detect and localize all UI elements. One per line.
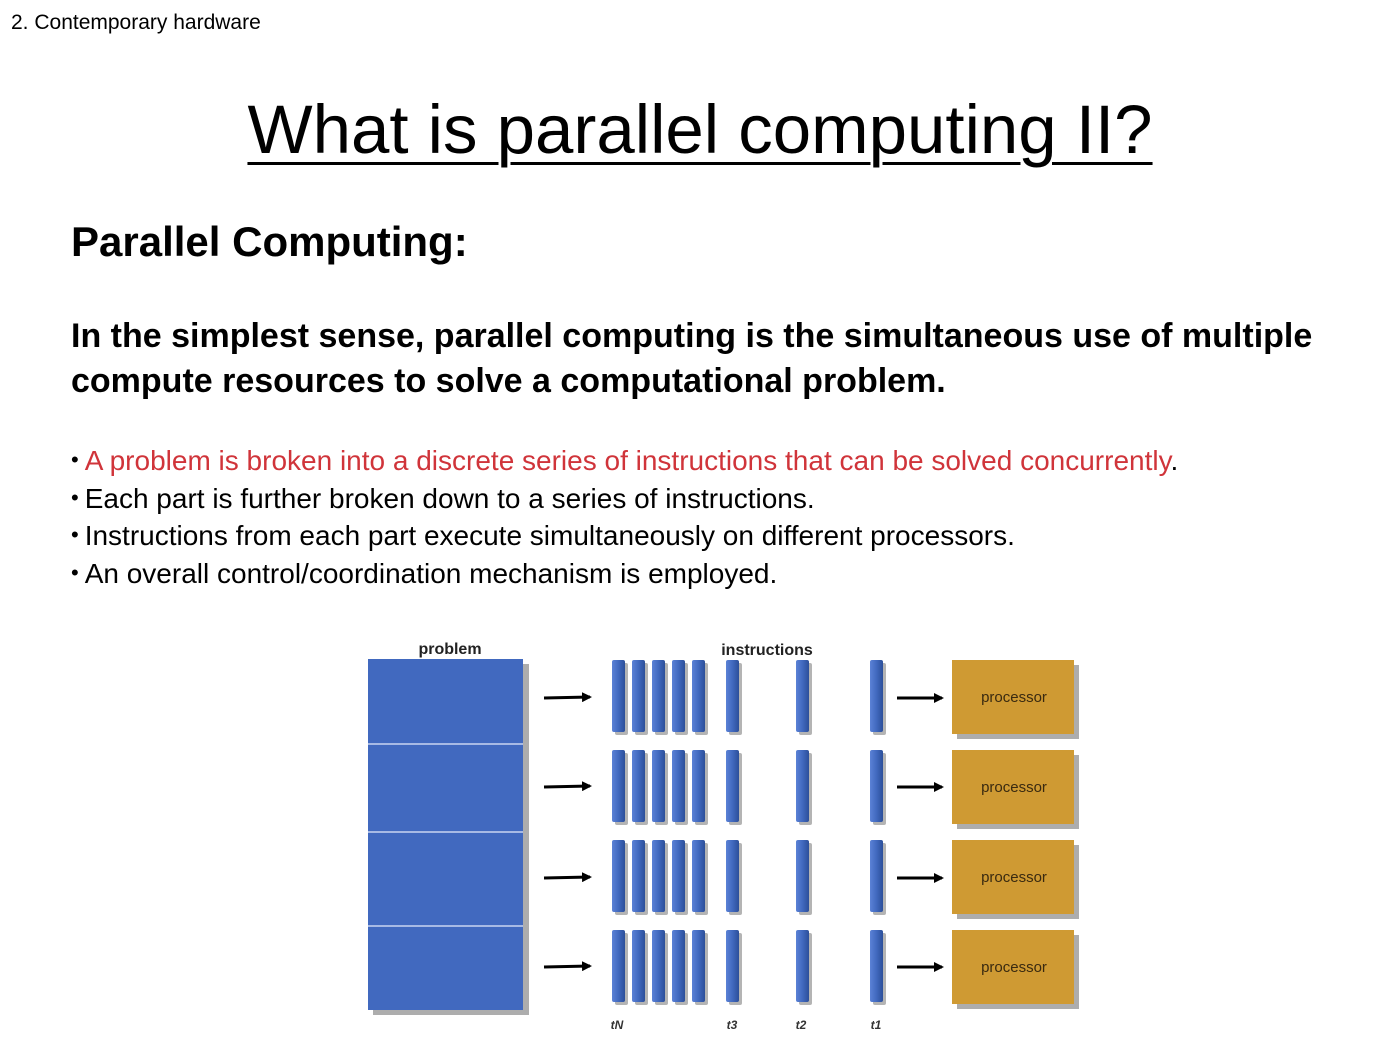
problem-block xyxy=(368,659,523,1010)
instruction-bar xyxy=(692,660,705,732)
time-label: t2 xyxy=(796,1018,807,1032)
bullet-dot: • xyxy=(71,559,79,585)
instruction-bar xyxy=(796,930,809,1002)
definition-text: In the simplest sense, parallel computin… xyxy=(71,317,1313,400)
instruction-bar xyxy=(796,660,809,732)
bullet-text: Each part is further broken down to a se… xyxy=(84,482,815,514)
instruction-bar xyxy=(672,750,685,822)
instruction-bar xyxy=(692,840,705,912)
instruction-bar xyxy=(870,750,883,822)
instruction-bar xyxy=(632,750,645,822)
subheading: Parallel Computing: xyxy=(71,218,468,265)
instruction-bar xyxy=(796,750,809,822)
bullet-dot: • xyxy=(71,484,79,510)
instructions-label: instructions xyxy=(721,642,813,659)
bullet-highlight: A problem is broken into a discrete seri… xyxy=(84,445,1171,476)
instruction-bar xyxy=(632,930,645,1002)
slide-title: What is parallel computing II? xyxy=(247,91,1153,168)
instruction-bar xyxy=(652,930,665,1002)
instruction-bar xyxy=(796,840,809,912)
bullet-text: An overall control/coordination mechanis… xyxy=(84,557,778,589)
instruction-bar xyxy=(726,660,739,732)
bullet-item: • Instructions from each part execute sim… xyxy=(71,518,1178,556)
arrow-to-instructions xyxy=(543,692,592,703)
bullet-dot: • xyxy=(71,447,79,472)
processor-label: processor xyxy=(981,869,1047,886)
bullet-suffix: . xyxy=(1170,445,1179,476)
time-label: t1 xyxy=(871,1018,882,1032)
processor-label: processor xyxy=(981,779,1047,796)
instruction-bar xyxy=(612,660,625,732)
instruction-bar xyxy=(726,750,739,822)
instruction-bar xyxy=(612,930,625,1002)
instruction-bar xyxy=(692,750,705,822)
time-label: t3 xyxy=(727,1018,738,1032)
bullet-list: • A problem is broken into a discrete ser… xyxy=(71,443,1178,593)
instruction-bar xyxy=(632,660,645,732)
processor-label: processor xyxy=(981,959,1047,976)
instruction-bar xyxy=(870,930,883,1002)
instruction-bar xyxy=(652,750,665,822)
instruction-bar xyxy=(870,660,883,732)
instruction-bar xyxy=(692,930,705,1002)
instruction-bar xyxy=(870,840,883,912)
instruction-bar xyxy=(726,930,739,1002)
bullet-dot: • xyxy=(71,522,79,547)
instruction-bar xyxy=(612,750,625,822)
bullet-item: • An overall control/coordination mechani… xyxy=(71,556,1178,594)
time-label: tN xyxy=(611,1018,624,1032)
section-label: 2. Contemporary hardware xyxy=(11,11,261,34)
processor-label: processor xyxy=(981,689,1047,706)
instruction-bar xyxy=(652,660,665,732)
bullet-item: • Each part is further broken down to a s… xyxy=(71,481,1178,519)
slide: 2. Contemporary hardware What is paralle… xyxy=(0,0,1400,1050)
instruction-bar xyxy=(672,660,685,732)
arrow-to-instructions xyxy=(543,961,592,972)
bullet-item: • A problem is broken into a discrete ser… xyxy=(71,443,1178,481)
arrow-to-instructions xyxy=(543,781,592,792)
instruction-bar xyxy=(672,840,685,912)
instruction-bar xyxy=(612,840,625,912)
arrow-to-instructions xyxy=(543,872,592,883)
instruction-bar xyxy=(632,840,645,912)
bullet-text: Instructions from each part execute simu… xyxy=(84,520,1015,551)
problem-label: problem xyxy=(418,641,481,658)
instruction-bar xyxy=(672,930,685,1002)
instruction-bar xyxy=(652,840,665,912)
instruction-bar xyxy=(726,840,739,912)
